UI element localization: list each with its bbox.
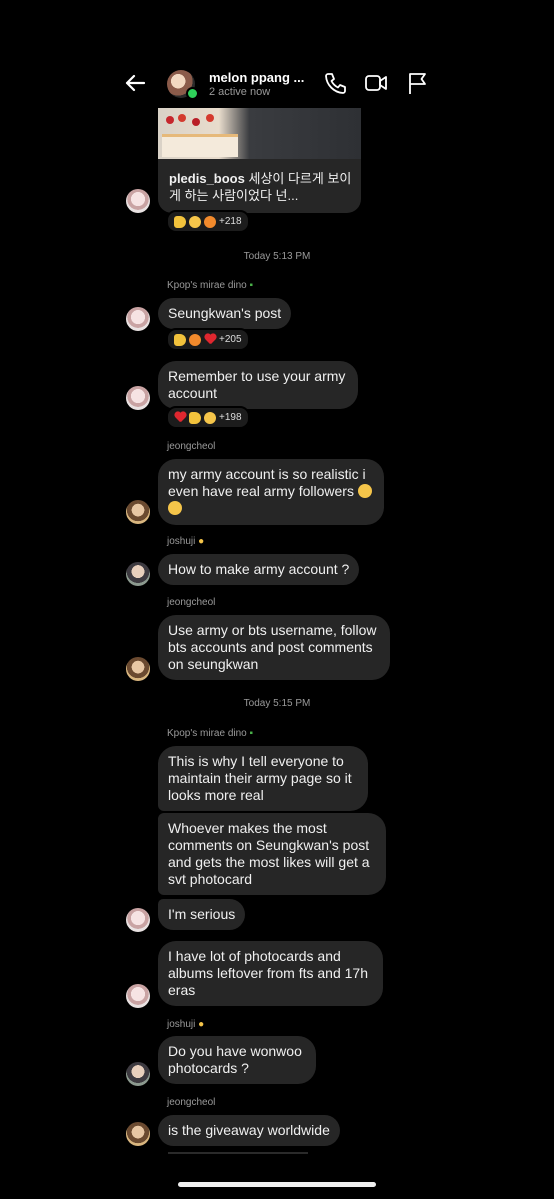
sender-name: jeongcheol	[167, 597, 216, 608]
message-bubble[interactable]: I'm serious	[158, 899, 246, 930]
message-bubble[interactable]: Remember to use your army account	[158, 361, 358, 409]
sweat-smile-emoji-icon	[189, 215, 201, 228]
message-bubble[interactable]: This is why I tell everyone to maintain …	[158, 746, 368, 811]
shared-post-card[interactable]: pledis_boos 세상이 다르게 보이게 하는 사람이었다 넌...	[158, 108, 361, 213]
avatar[interactable]	[126, 500, 150, 524]
message-bubble[interactable]: Use army or bts username, follow bts acc…	[158, 615, 390, 680]
thumbs-up-emoji-icon	[174, 215, 186, 228]
sender-name: jeongcheol	[167, 441, 216, 452]
reaction-count: +205	[219, 334, 242, 345]
message-bubble[interactable]: Whoever makes the most comments on Seung…	[158, 813, 386, 895]
laughing-emoji-icon	[168, 501, 182, 515]
message-bubble[interactable]: I have lot of photocards and albums left…	[158, 941, 383, 1006]
sender-name: Kpop's mirae dino ▪	[167, 280, 254, 291]
shared-post-image	[158, 108, 361, 159]
angel-emoji-icon: ●	[198, 1019, 205, 1030]
timestamp: Today 5:15 PM	[243, 698, 311, 709]
avatar[interactable]	[126, 189, 150, 213]
message-bubble[interactable]: Seungkwan's post	[158, 298, 292, 329]
lizard-emoji-icon: ▪	[249, 280, 254, 291]
sender-name: jeongcheol	[167, 1097, 216, 1108]
online-indicator	[186, 87, 199, 100]
avatar[interactable]	[126, 657, 150, 681]
tangerine-emoji-icon	[189, 333, 201, 346]
timestamp: Today 5:13 PM	[243, 251, 311, 262]
avatar[interactable]	[126, 307, 150, 331]
avatar[interactable]	[126, 1062, 150, 1086]
reactions-bar[interactable]: +218	[166, 210, 250, 233]
shared-post-username: pledis_boos	[169, 171, 245, 186]
thumbs-up-emoji-icon	[189, 411, 201, 424]
heart-emoji-icon	[174, 412, 186, 424]
laughing-emoji-icon	[357, 484, 372, 498]
active-status: 2 active now	[209, 86, 271, 98]
chat-header: melon ppang ... 2 active now	[0, 60, 554, 108]
message-bubble[interactable]: Do you have wonwoo photocards ?	[158, 1036, 316, 1084]
message-bubble[interactable]: my army account is so realistic i even h…	[158, 459, 384, 525]
message-bubble[interactable]: How to make army account ?	[158, 554, 360, 585]
sender-name: joshuji ●	[167, 536, 205, 547]
reactions-bar[interactable]: +198	[166, 406, 250, 429]
message-bubble[interactable]: is the giveaway worldwide	[158, 1115, 340, 1146]
chat-title[interactable]: melon ppang ...	[209, 70, 304, 85]
back-arrow-icon[interactable]	[120, 68, 150, 98]
lizard-emoji-icon: ▪	[249, 728, 254, 739]
angel-emoji-icon: ●	[198, 536, 205, 547]
thumbs-up-emoji-icon	[174, 333, 186, 346]
heart-emoji-icon	[204, 334, 216, 346]
divider	[168, 1152, 308, 1154]
reactions-bar[interactable]: +205	[166, 328, 250, 351]
tangerine-emoji-icon	[204, 215, 216, 228]
reaction-count: +198	[219, 412, 242, 423]
avatar[interactable]	[126, 908, 150, 932]
flag-icon[interactable]	[404, 70, 430, 96]
sweat-smile-emoji-icon	[204, 411, 216, 424]
reaction-count: +218	[219, 216, 242, 227]
avatar[interactable]	[126, 386, 150, 410]
video-call-icon[interactable]	[363, 70, 389, 96]
avatar[interactable]	[126, 984, 150, 1008]
home-indicator[interactable]	[178, 1182, 376, 1187]
phone-icon[interactable]	[322, 70, 348, 96]
avatar[interactable]	[126, 1122, 150, 1146]
sender-name: joshuji ●	[167, 1019, 205, 1030]
sender-name: Kpop's mirae dino ▪	[167, 728, 254, 739]
avatar[interactable]	[126, 562, 150, 586]
